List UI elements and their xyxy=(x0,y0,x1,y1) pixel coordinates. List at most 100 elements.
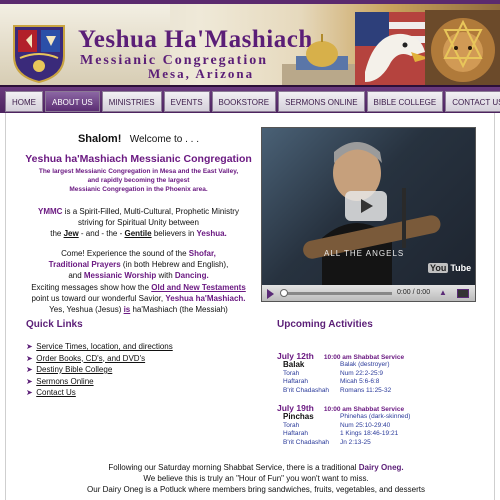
tagline-line: and rapidly becoming the largest xyxy=(87,177,190,184)
arrow-right-icon: ➤ xyxy=(26,376,33,386)
link-contact-us[interactable]: Contact Us xyxy=(36,388,76,397)
youtube-logo[interactable]: You Tube xyxy=(428,263,473,273)
youtube-logo-tube: Tube xyxy=(450,263,472,273)
quick-links-heading: Quick Links xyxy=(26,319,83,330)
reading-label: Haftarah xyxy=(283,378,308,385)
nav-about-us[interactable]: ABOUT US xyxy=(45,91,100,112)
dairy-oneg-word: Dairy Oneg. xyxy=(358,463,404,472)
reading-ref: Num 22:2-25:9 xyxy=(340,369,383,377)
header-banner: Yeshua Ha'Mashiach Messianic Congregatio… xyxy=(0,0,500,85)
text: point us toward our wonderful Savior, xyxy=(31,293,166,303)
video-controls: 0:00 / 0:00 ▲ xyxy=(262,285,475,301)
reading-ref: Num 25:10-29:40 xyxy=(340,421,391,429)
messianic-worship: Messianic Worship xyxy=(83,271,157,281)
text: the xyxy=(50,229,64,238)
congregation-crest-logo[interactable] xyxy=(10,22,68,84)
nav-ministries[interactable]: MINISTRIES xyxy=(101,91,162,112)
text: and xyxy=(68,271,84,281)
reading-ref: Romans 11:25-32 xyxy=(340,386,392,394)
old-new-testaments: Old and New Testaments xyxy=(151,282,246,292)
reading-row: Haftarah 1 Kings 18:46-19:21 xyxy=(277,430,487,439)
torah-portion: Pinchas Phinehas (dark-skinned) xyxy=(277,412,487,422)
reading-label: B'rit Chadashah xyxy=(283,438,330,446)
yeshua-hamashiach: Yeshua ha'Mashiach. xyxy=(165,293,246,303)
link-sermons-online[interactable]: Sermons Online xyxy=(36,377,93,386)
portion-name: Balak xyxy=(283,360,305,369)
arrow-right-icon: ➤ xyxy=(26,388,33,397)
text: Following our Saturday morning Shabbat S… xyxy=(108,463,359,472)
congregation-name: Yeshua ha'Mashiach Messianic Congregatio… xyxy=(25,153,252,165)
youtube-logo-you: You xyxy=(428,263,449,273)
reading-label: B'rit Chadashah xyxy=(283,386,330,394)
reading-label: Torah xyxy=(283,369,300,377)
reading-row: Haftarah Micah 5:6-6:8 xyxy=(277,378,487,387)
text: - and - the - xyxy=(78,229,125,238)
quick-link-item: ➤ Service Times, location, and direction… xyxy=(26,341,173,353)
video-thumbnail[interactable]: ALL THE ANGELS You Tube xyxy=(262,128,475,285)
reading-ref: Micah 5:6-6:8 xyxy=(340,378,380,385)
link-destiny-bible-college[interactable]: Destiny Bible College xyxy=(36,365,112,374)
reading-row: Torah Num 22:2-25:9 xyxy=(277,370,487,379)
portion-meaning: Balak (destroyer) xyxy=(340,361,390,368)
reading-label: Torah xyxy=(283,421,300,429)
video-progress-bar[interactable] xyxy=(282,292,392,295)
text: We believe this is truly an "Hour of Fun… xyxy=(143,474,369,483)
text: with xyxy=(156,271,175,281)
event-time: 10:00 am Shabbat Service xyxy=(323,354,405,361)
shofar-word: Shofar, xyxy=(188,249,216,258)
text: (in both Hebrew and English), xyxy=(120,260,229,270)
text: ha'Mashiach (the Messiah) xyxy=(130,305,228,315)
welcome-intro: Shalom! Welcome to . . . Yeshua ha'Mashi… xyxy=(21,133,256,315)
reading-row: Torah Num 25:10-29:40 xyxy=(277,422,487,431)
tagline-line: The largest Messianic Congregation in Me… xyxy=(38,168,239,175)
text: Come! Experience the sound of the xyxy=(61,249,189,258)
shalom-text: Shalom! xyxy=(77,133,122,145)
reading-row: B'rit Chadashah Romans 11:25-32 xyxy=(277,387,487,396)
activity-event: July 19th 10:00 am Shabbat Service Pincha… xyxy=(277,403,487,447)
play-icon[interactable] xyxy=(267,289,274,299)
ymmc-abbr: YMMC xyxy=(38,207,63,216)
tagline: The largest Messianic Congregation in Me… xyxy=(21,167,256,194)
nav-bible-college[interactable]: BIBLE COLLEGE xyxy=(366,91,444,112)
yeshua-word: Yeshua. xyxy=(196,229,227,238)
link-service-times[interactable]: Service Times, location, and directions xyxy=(36,342,173,351)
ymmc-text: striving for Spiritual Unity between xyxy=(78,218,199,227)
reading-label: Haftarah xyxy=(283,430,308,437)
quick-link-item: ➤ Destiny Bible College xyxy=(26,364,173,376)
ymmc-description: YMMC is a Spirit-Filled, Multi-Cultural,… xyxy=(21,206,256,239)
play-button-overlay[interactable] xyxy=(345,191,387,221)
youtube-video-player[interactable]: ALL THE ANGELS You Tube 0:00 / 0:00 ▲ xyxy=(261,127,476,302)
text: Yes, Yeshua (Jesus) xyxy=(49,305,124,315)
upcoming-activities-heading: Upcoming Activities xyxy=(277,319,373,330)
video-time: 0:00 / 0:00 xyxy=(397,289,431,296)
quick-link-item: ➤ Order Books, CD's, and DVD's xyxy=(26,353,173,365)
quick-link-item: ➤ Contact Us xyxy=(26,387,173,399)
gentile-word: Gentile xyxy=(124,229,152,238)
event-time: 10:00 am Shabbat Service xyxy=(323,406,405,413)
jew-word: Jew xyxy=(63,229,79,238)
nav-contact-us[interactable]: CONTACT US xyxy=(445,91,500,112)
video-caption: ALL THE ANGELS xyxy=(324,249,405,258)
dairy-oneg-paragraph: Following our Saturday morning Shabbat S… xyxy=(26,462,486,495)
main-content: Shalom! Welcome to . . . Yeshua ha'Mashi… xyxy=(5,113,495,500)
portion-name: Pinchas xyxy=(283,412,314,421)
video-scrubber-handle[interactable] xyxy=(280,289,288,297)
nav-sermons-online[interactable]: SERMONS ONLINE xyxy=(278,91,365,112)
activity-event: July 12th 10:00 am Shabbat Service Balak B… xyxy=(277,351,487,395)
nav-home[interactable]: HOME xyxy=(5,91,43,112)
text: Exciting messages show how the xyxy=(31,282,152,292)
reading-ref: Jn 2:13-25 xyxy=(340,438,371,446)
fullscreen-icon[interactable] xyxy=(457,289,469,298)
experience-paragraph: Come! Experience the sound of the Shofar… xyxy=(21,248,256,315)
nav-bookstore[interactable]: BOOKSTORE xyxy=(211,91,277,112)
text: believers in xyxy=(151,229,197,238)
quick-link-item: ➤ Sermons Online xyxy=(26,376,173,388)
dancing-word: Dancing. xyxy=(174,271,209,281)
nav-events[interactable]: EVENTS xyxy=(163,91,210,112)
lion-of-judah-image xyxy=(425,10,500,85)
main-navigation: HOME ABOUT US MINISTRIES EVENTS BOOKSTOR… xyxy=(0,85,500,113)
volume-icon[interactable]: ▲ xyxy=(439,288,447,297)
link-order-books[interactable]: Order Books, CD's, and DVD's xyxy=(36,354,145,363)
tagline-line: Messianic Congregation in the Phoenix ar… xyxy=(69,186,208,193)
traditional-prayers: Traditional Prayers xyxy=(48,260,121,270)
